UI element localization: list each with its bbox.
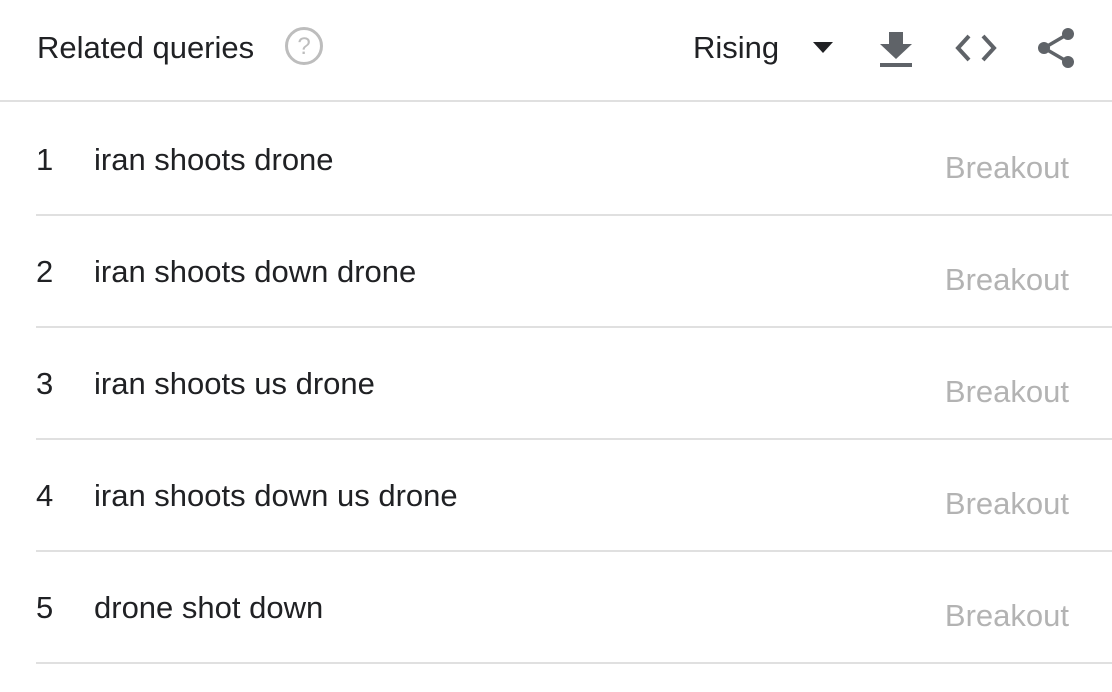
row-rank: 4: [36, 478, 54, 513]
code-embed-icon[interactable]: [954, 30, 998, 66]
row-rank: 3: [36, 366, 54, 401]
share-icon[interactable]: [1034, 26, 1078, 70]
row-value: Breakout: [944, 150, 1069, 185]
row-rank: 2: [36, 254, 54, 289]
svg-text:?: ?: [297, 33, 310, 60]
row-query[interactable]: iran shoots down drone: [94, 254, 416, 290]
table-row[interactable]: 3 iran shoots us drone Breakout: [36, 328, 1112, 440]
sort-selector-label: Rising: [693, 30, 780, 65]
row-rank: 5: [36, 590, 54, 625]
row-value: Breakout: [944, 486, 1069, 521]
widget-header: Related queries ? Rising: [0, 0, 1112, 102]
row-value: Breakout: [944, 598, 1069, 633]
caret-down-icon: [813, 42, 833, 53]
row-rank: 1: [36, 142, 54, 177]
help-circle-icon[interactable]: ?: [284, 26, 324, 66]
row-query[interactable]: iran shoots us drone: [94, 366, 375, 402]
row-value: Breakout: [944, 374, 1069, 409]
row-value: Breakout: [944, 262, 1069, 297]
widget-title: Related queries: [37, 30, 255, 65]
table-row[interactable]: 5 drone shot down Breakout: [36, 552, 1112, 664]
table-row[interactable]: 4 iran shoots down us drone Breakout: [36, 440, 1112, 552]
row-query[interactable]: iran shoots down us drone: [94, 478, 458, 514]
row-query[interactable]: iran shoots drone: [94, 142, 334, 178]
table-row[interactable]: 2 iran shoots down drone Breakout: [36, 216, 1112, 328]
download-icon[interactable]: [876, 28, 916, 70]
row-query[interactable]: drone shot down: [94, 590, 323, 626]
table-row[interactable]: 1 iran shoots drone Breakout: [36, 104, 1112, 216]
